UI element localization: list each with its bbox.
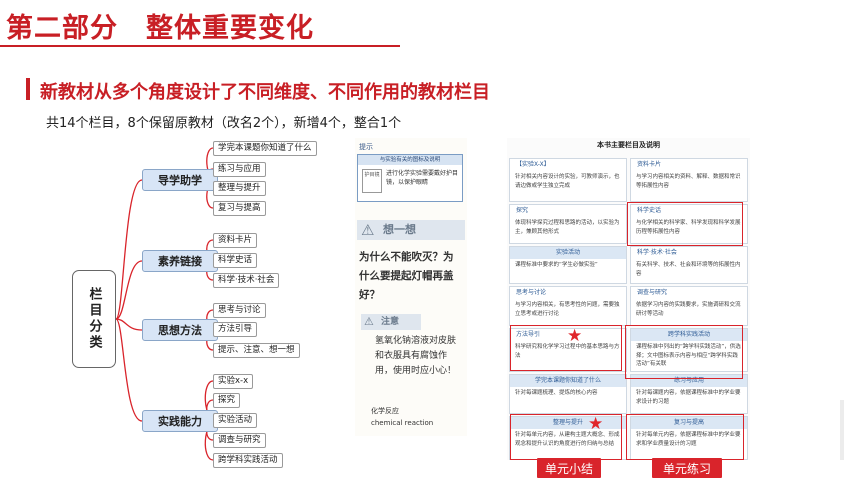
cell-heading: 【实验X-X】 <box>516 161 550 168</box>
connector-root-cat4 <box>115 318 143 422</box>
goggles-icon: 护目镜 <box>362 169 382 193</box>
think-question: 为什么不能吹灭？为什么要提起灯帽再盖好？ <box>359 251 454 301</box>
highlight-science-history <box>627 202 743 246</box>
category-guided-learning: 导学助学 <box>142 169 218 191</box>
goggles-icon-label: 护目镜 <box>364 172 380 178</box>
note-heading-band: ⚠ 注意 <box>361 314 421 330</box>
columns-table: 本书主要栏目及说明 【实验X-X】 针对相关内容设计的实验，可教师演示，也请边做… <box>507 138 750 460</box>
edge-decoration <box>840 400 844 460</box>
warning-triangle-icon: ⚠ <box>361 221 375 239</box>
term-chinese: 化学反应 <box>371 407 399 415</box>
table-cell: 资料卡片 与学习内容相关的资料、解释、数据和常识等拓展性内容 <box>630 158 748 202</box>
leaf-item: 实验x-x <box>213 374 254 389</box>
leaf-item: 调查与研究 <box>213 433 266 448</box>
table-cell: 【实验X-X】 针对相关内容设计的实验，可教师演示，也请边做或学生独立完成 <box>509 158 627 202</box>
cell-text: 体现科学探究过程和思路的活动，以实验为主，兼顾其他形式 <box>515 220 620 235</box>
table-cell: 调查与研究 依据学习内容的实践要求，实施调研和交流研讨等活动 <box>630 286 748 326</box>
note-text: 氢氧化钠溶液对皮肤和衣服具有腐蚀作用，使用时应小心！ <box>375 336 457 376</box>
cell-text: 针对每课题梳理、提炼的核心内容 <box>515 390 598 396</box>
note-heading: 注意 <box>381 317 400 327</box>
leaf-item: 提示、注意、想一想 <box>213 343 300 358</box>
star-icon: ★ <box>588 414 604 434</box>
cell-heading: 实验活动 <box>510 247 626 259</box>
leaf-item: 资料卡片 <box>213 233 258 248</box>
cell-text: 与学习内容相关，有思考性的问题，需要独立思考或进行讨论 <box>515 302 620 317</box>
table-cell: 探究 体现科学探究过程和思路的活动，以实验为主，兼顾其他形式 <box>509 204 627 244</box>
textbook-excerpt: 提示 与实验有关的图标及说明 护目镜 进行化学实验需要戴好护目镜，以保护眼睛 ⚠… <box>355 138 467 436</box>
connector-root-cat1 <box>115 179 143 320</box>
cell-text: 与学习内容相关的资料、解释、数据和常识等拓展性内容 <box>636 174 741 189</box>
leaf-item: 练习与应用 <box>213 162 266 177</box>
leaf-item: 复习与提高 <box>213 201 266 216</box>
cell-heading: 科学·技术·社会 <box>637 249 677 256</box>
cell-heading: 探究 <box>516 207 529 214</box>
table-cell: 科学·技术·社会 有关科学、技术、社会和环境等的拓展性内容 <box>630 246 748 284</box>
cell-heading: 思考与讨论 <box>516 289 547 296</box>
leaf-item: 思考与讨论 <box>213 303 266 318</box>
columns-table-title: 本书主要栏目及说明 <box>597 141 660 149</box>
unit-summary-label: 单元小结 <box>537 458 601 478</box>
highlight-method-guide <box>510 325 622 371</box>
leaf-item: 科学史话 <box>213 253 258 268</box>
leaf-item: 科学·技术·社会 <box>213 273 280 288</box>
leaf-item: 整理与提升 <box>213 181 266 196</box>
star-icon: ★ <box>567 326 583 346</box>
cell-text: 依据学习内容的实践要求，实施调研和交流研讨等活动 <box>636 302 741 317</box>
leaf-item: 跨学科实践活动 <box>213 453 283 468</box>
table-cell: 学完本课题你知道了什么 针对每课题梳理、提炼的核心内容 <box>509 374 627 414</box>
think-heading: 想一想 <box>383 223 416 236</box>
cell-heading: 学完本课题你知道了什么 <box>510 375 626 387</box>
think-heading-band: ⚠ 想一想 <box>357 220 465 240</box>
warning-triangle-icon: ⚠ <box>364 315 374 328</box>
lab-icon-box-heading: 与实验有关的图标及说明 <box>358 155 462 165</box>
term-english: chemical reaction <box>371 419 434 427</box>
cell-text: 有关科学、技术、社会和环境等的拓展性内容 <box>636 262 741 277</box>
category-practical-ability: 实践能力 <box>142 410 218 432</box>
leaf-item: 探究 <box>213 393 241 408</box>
leaf-item: 学完本课题你知道了什么 <box>213 141 317 156</box>
cell-heading: 调查与研究 <box>637 289 668 296</box>
tip-heading: 提示 <box>359 143 373 151</box>
table-cell: 实验活动 课程标准中要求的“学生必做实验” <box>509 246 627 284</box>
mindmap-root-label: 栏目分类 <box>86 287 102 351</box>
category-literacy-links: 素养链接 <box>142 250 218 272</box>
cell-text: 针对每课题内容，依据课程标准中的学业要求设计的习题 <box>636 390 741 405</box>
leaf-item: 实验活动 <box>213 413 258 428</box>
table-cell: 思考与讨论 与学习内容相关，有思考性的问题，需要独立思考或进行讨论 <box>509 286 627 326</box>
lab-icon-box: 与实验有关的图标及说明 护目镜 进行化学实验需要戴好护目镜，以保护眼睛 <box>357 154 463 202</box>
unit-practice-label: 单元练习 <box>652 458 722 478</box>
mindmap-root: 栏目分类 <box>72 270 116 368</box>
leaf-item: 方法引导 <box>213 322 258 337</box>
highlight-review-improve <box>626 414 744 460</box>
category-thinking-methods: 思想方法 <box>142 319 218 341</box>
table-cell: 练习与应用 针对每课题内容，依据课程标准中的学业要求设计的习题 <box>630 374 748 414</box>
cell-text: 课程标准中要求的“学生必做实验” <box>515 262 598 268</box>
highlight-interdisciplinary <box>625 325 743 379</box>
connector-root-cat2 <box>115 260 143 320</box>
lab-icon-box-text: 进行化学实验需要戴好护目镜，以保护眼睛 <box>386 170 459 186</box>
cell-text: 针对相关内容设计的实验，可教师演示，也请边做或学生独立完成 <box>515 174 620 189</box>
cell-heading: 资料卡片 <box>637 161 662 168</box>
highlight-organize-improve <box>510 414 622 460</box>
